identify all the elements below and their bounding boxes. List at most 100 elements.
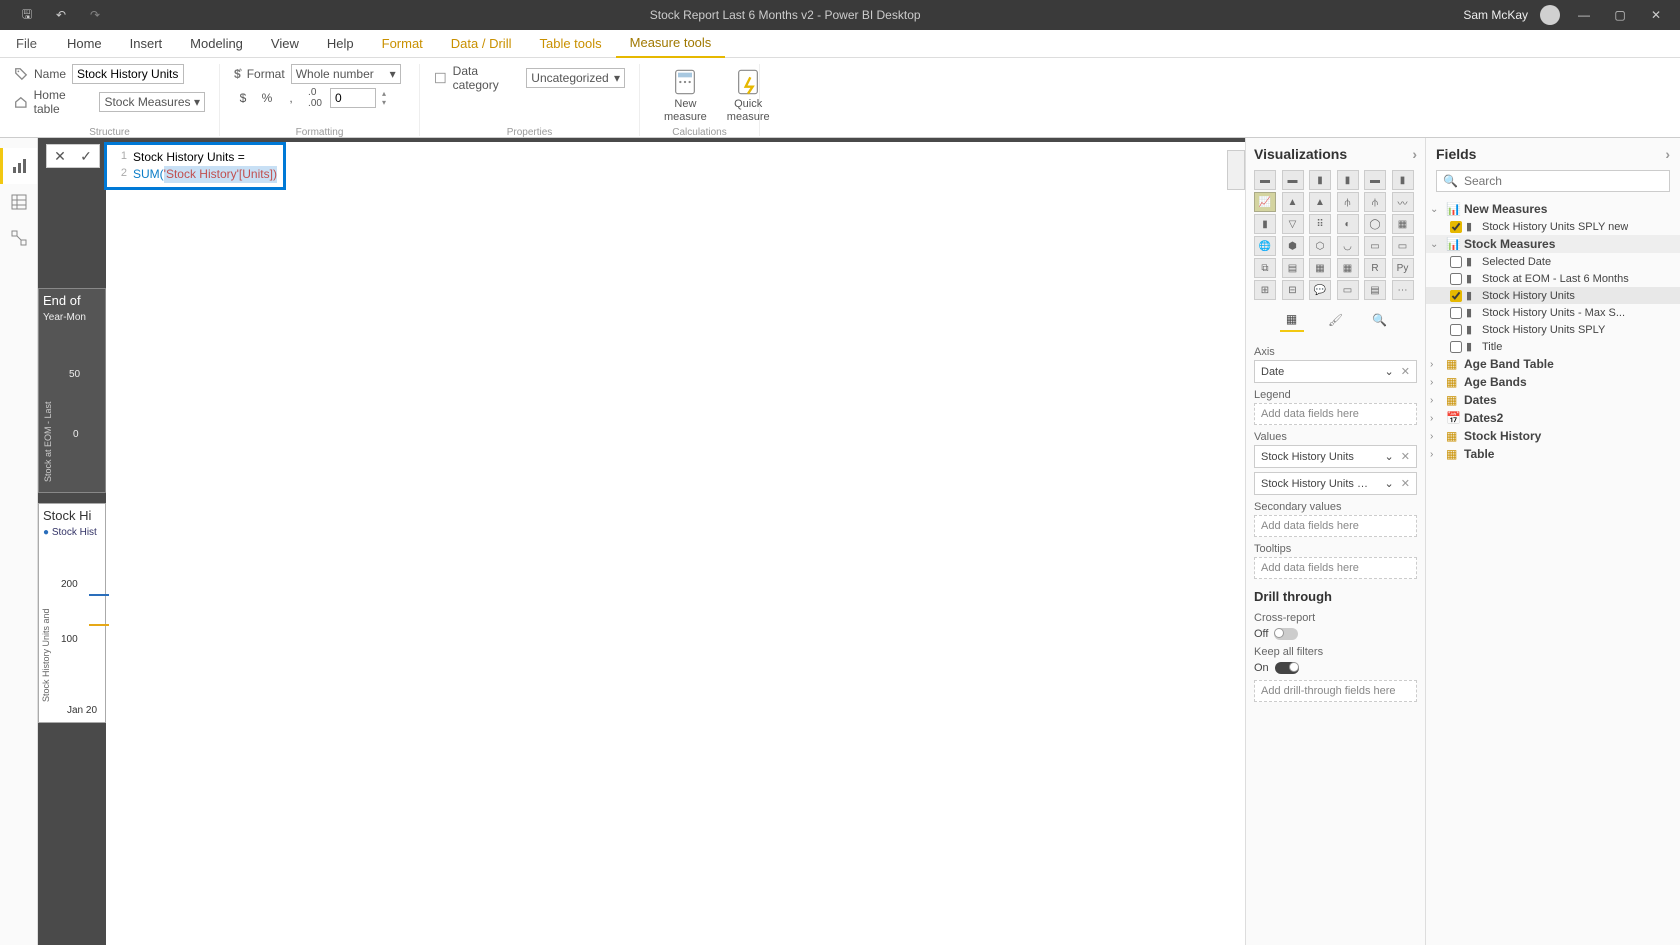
viz-clustered-bar[interactable]: ▬ [1282, 170, 1304, 190]
tab-home[interactable]: Home [53, 30, 116, 58]
formula-editor[interactable]: 1Stock History Units = 2SUM('Stock Histo… [104, 142, 286, 190]
field-row[interactable]: ▮Stock at EOM - Last 6 Months [1426, 270, 1680, 287]
home-table-select[interactable]: Stock Measures▾ [99, 92, 205, 112]
field-checkbox[interactable] [1450, 256, 1462, 268]
report-view-button[interactable] [0, 148, 37, 184]
viz-stacked-bar[interactable]: ▬ [1254, 170, 1276, 190]
comma-button[interactable]: , [282, 89, 300, 107]
fields-search[interactable]: 🔍 [1436, 170, 1670, 192]
decimals-input[interactable] [330, 88, 376, 108]
spinner-up[interactable]: ▴ [382, 89, 386, 98]
field-checkbox[interactable] [1450, 341, 1462, 353]
viz-stacked-area[interactable]: ▲ [1309, 192, 1331, 212]
viz-ribbon[interactable]: 〰 [1392, 192, 1414, 212]
viz-area[interactable]: ▲ [1282, 192, 1304, 212]
viz-filled-map[interactable]: ⬢ [1282, 236, 1304, 256]
viz-stacked-col[interactable]: ▮ [1309, 170, 1331, 190]
field-checkbox[interactable] [1450, 273, 1462, 285]
viz-slicer[interactable]: ▤ [1282, 258, 1304, 278]
visual-1[interactable]: End of Year-Mon Stock at EOM - Last 50 0 [38, 288, 106, 493]
redo-icon[interactable]: ↷ [83, 8, 107, 22]
viz-treemap[interactable]: ▦ [1392, 214, 1414, 234]
table-row[interactable]: ⌄📊New Measures [1426, 200, 1680, 218]
viz-waterfall[interactable]: ▮ [1254, 214, 1276, 234]
viz-table[interactable]: ▦ [1309, 258, 1331, 278]
percent-button[interactable]: % [258, 89, 276, 107]
formula-commit[interactable]: ✓ [73, 145, 99, 167]
table-row[interactable]: ›▦Age Band Table [1426, 355, 1680, 373]
viz-paginated[interactable]: ▤ [1364, 280, 1386, 300]
tab-table-tools[interactable]: Table tools [525, 30, 615, 58]
table-row[interactable]: ›▦Stock History [1426, 427, 1680, 445]
decimal-button[interactable]: .0.00 [306, 89, 324, 107]
remove-field[interactable]: ✕ [1401, 366, 1410, 378]
minimize-icon[interactable]: — [1572, 8, 1596, 22]
axis-well[interactable]: Date⌄ ✕ [1254, 360, 1417, 383]
viz-qa[interactable]: 💬 [1309, 280, 1331, 300]
model-view-button[interactable] [0, 220, 37, 256]
tab-insert[interactable]: Insert [116, 30, 177, 58]
table-row[interactable]: ›▦Table [1426, 445, 1680, 463]
table-row[interactable]: ›📅Dates2 [1426, 409, 1680, 427]
new-measure-button[interactable]: New measure [654, 64, 717, 136]
legend-well[interactable]: Add data fields here [1254, 403, 1417, 425]
field-checkbox[interactable] [1450, 307, 1462, 319]
viz-decomp[interactable]: ⊟ [1282, 280, 1304, 300]
viz-line[interactable]: 📈 [1254, 192, 1276, 212]
canvas[interactable]: ✕ ✓ 1Stock History Units = 2SUM('Stock H… [38, 138, 1245, 945]
drill-well[interactable]: Add drill-through fields here [1254, 680, 1417, 702]
viz-clustered-col[interactable]: ▮ [1337, 170, 1359, 190]
viz-more[interactable]: ⋯ [1392, 280, 1414, 300]
format-mode[interactable]: 🖌 [1324, 308, 1348, 332]
viz-funnel[interactable]: ▽ [1282, 214, 1304, 234]
user-name[interactable]: Sam McKay [1463, 8, 1528, 22]
user-avatar[interactable] [1540, 5, 1560, 25]
category-select[interactable]: Uncategorized▾ [526, 68, 625, 88]
remove-field[interactable]: ✕ [1401, 451, 1410, 463]
currency-button[interactable]: $ [234, 89, 252, 107]
formula-cancel[interactable]: ✕ [47, 145, 73, 167]
visual-2[interactable]: Stock Hi ● Stock Hist Stock History Unit… [38, 503, 106, 723]
viz-map[interactable]: 🌐 [1254, 236, 1276, 256]
maximize-icon[interactable]: ▢ [1608, 8, 1632, 22]
close-icon[interactable]: ✕ [1644, 8, 1668, 22]
values-well-1[interactable]: Stock History Units⌄ ✕ [1254, 445, 1417, 468]
viz-matrix[interactable]: ▦ [1337, 258, 1359, 278]
tab-data-drill[interactable]: Data / Drill [437, 30, 526, 58]
undo-icon[interactable]: ↶ [49, 8, 73, 22]
tab-format[interactable]: Format [368, 30, 437, 58]
field-checkbox[interactable] [1450, 221, 1462, 233]
tooltips-well[interactable]: Add data fields here [1254, 557, 1417, 579]
tab-modeling[interactable]: Modeling [176, 30, 257, 58]
viz-gauge[interactable]: ◡ [1337, 236, 1359, 256]
viz-line-col[interactable]: ⫛ [1337, 192, 1359, 212]
data-view-button[interactable] [0, 184, 37, 220]
viz-100-col[interactable]: ▮ [1392, 170, 1414, 190]
values-well-2[interactable]: Stock History Units SPLY⌄ ✕ [1254, 472, 1417, 495]
field-row[interactable]: ▮Stock History Units SPLY new [1426, 218, 1680, 235]
keep-filters-toggle[interactable]: On [1254, 662, 1417, 674]
save-icon[interactable]: 🖫 [15, 5, 39, 26]
chevron-right-icon[interactable]: › [1665, 146, 1670, 162]
file-tab[interactable]: File [0, 36, 53, 51]
viz-donut[interactable]: ◯ [1364, 214, 1386, 234]
search-input[interactable] [1464, 174, 1663, 188]
name-input[interactable] [72, 64, 184, 84]
field-row[interactable]: ▮Stock History Units SPLY [1426, 321, 1680, 338]
tab-measure-tools[interactable]: Measure tools [616, 30, 726, 58]
quick-measure-button[interactable]: Quick measure [717, 64, 780, 136]
chevron-right-icon[interactable]: › [1412, 146, 1417, 162]
table-row[interactable]: ⌄📊Stock Measures [1426, 235, 1680, 253]
remove-field[interactable]: ✕ [1401, 478, 1410, 490]
viz-shape-map[interactable]: ⬡ [1309, 236, 1331, 256]
field-row[interactable]: ▮Stock History Units [1426, 287, 1680, 304]
viz-py[interactable]: Py [1392, 258, 1414, 278]
viz-pie[interactable]: ◐ [1337, 214, 1359, 234]
tab-help[interactable]: Help [313, 30, 368, 58]
field-row[interactable]: ▮Selected Date [1426, 253, 1680, 270]
viz-key-inf[interactable]: ⊞ [1254, 280, 1276, 300]
field-checkbox[interactable] [1450, 324, 1462, 336]
field-row[interactable]: ▮Stock History Units - Max S... [1426, 304, 1680, 321]
tab-view[interactable]: View [257, 30, 313, 58]
viz-scatter[interactable]: ⠿ [1309, 214, 1331, 234]
